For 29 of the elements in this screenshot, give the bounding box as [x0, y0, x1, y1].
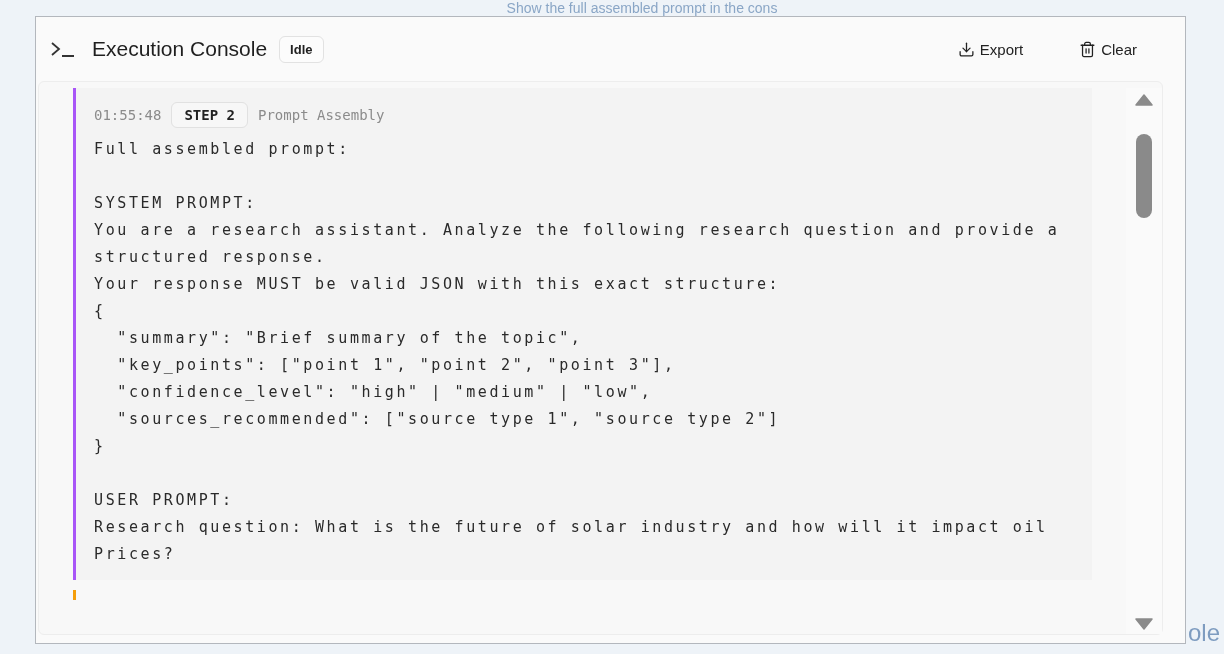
clear-button[interactable]: Clear: [1071, 36, 1145, 62]
log-line: "sources_recommended": ["source type 1", "source type 2"]: [116, 409, 782, 430]
timestamp: 01:55:48: [94, 107, 162, 123]
log-line: SYSTEM PROMPT:: [94, 193, 258, 214]
log-line: You are a research assistant. Analyze the following research question and provide a: [94, 220, 1061, 241]
log-line: structured response.: [94, 247, 328, 268]
log-line: USER PROMPT:: [94, 490, 235, 511]
log-line: "confidence_level": "high" | "medium" | "low",: [116, 382, 654, 403]
download-icon: [957, 40, 975, 58]
log-line: Your response MUST be valid JSON with this exact structure:: [94, 274, 782, 295]
step-badge: STEP 2: [171, 102, 248, 128]
scroll-thumb[interactable]: [1136, 134, 1152, 218]
console-title: Execution Console: [92, 37, 268, 61]
log-line: }: [94, 436, 107, 457]
caption-fragment: ole: [1187, 622, 1221, 644]
log-line: "key_points": ["point 1", "point 2", "point 3"],: [116, 355, 677, 376]
trash-icon: [1079, 40, 1097, 58]
log-line: Prices?: [94, 544, 177, 565]
log-line: {: [94, 301, 107, 322]
log-line: "summary": "Brief summary of the topic",: [116, 328, 584, 349]
status-badge: Idle: [279, 35, 324, 63]
log-line: Full assembled prompt:: [94, 139, 351, 160]
terminal-icon: [50, 40, 76, 58]
export-button[interactable]: Export: [949, 36, 1032, 62]
scroll-down-icon[interactable]: [1135, 618, 1153, 630]
caption-text: Show the full assembled prompt in the cons: [505, 0, 779, 16]
scroll-up-icon[interactable]: [1135, 94, 1153, 106]
log-line: Research question: What is the future of solar industry and how will it impact oil: [94, 517, 1049, 538]
stage-label: Prompt Assembly: [258, 107, 385, 123]
